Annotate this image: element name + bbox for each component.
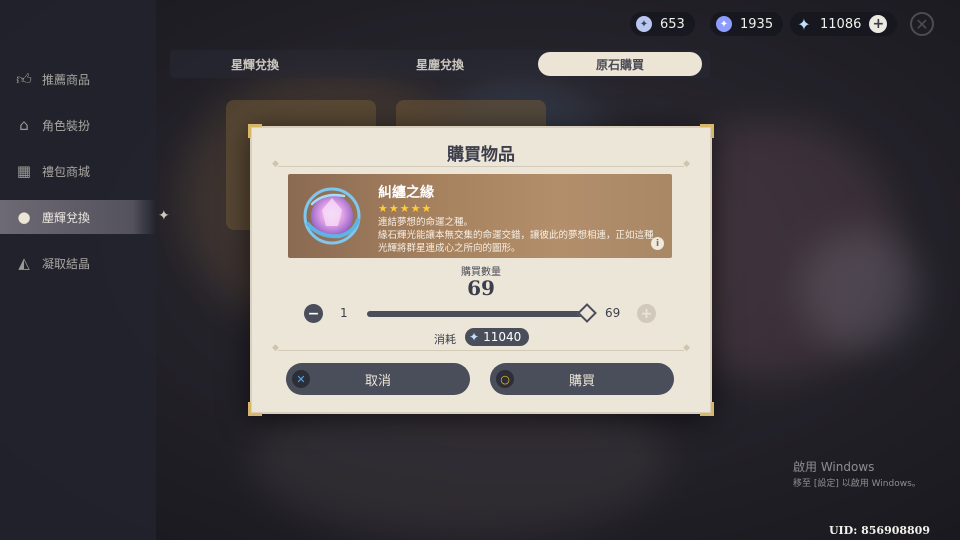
quantity-value: 69 (467, 276, 495, 300)
player-uid: UID: 856908809 (828, 524, 930, 537)
purchase-button[interactable]: ○ 購買 (490, 363, 674, 395)
currency-value: 653 (660, 16, 685, 32)
cost-value: 11040 (483, 330, 522, 344)
currency-value: 11086 (820, 16, 862, 32)
sidebar-item-character-outfit[interactable]: ⌂ 角色裝扮 (0, 108, 156, 142)
divider (272, 159, 690, 169)
sparkle-icon: ✦ (158, 208, 170, 224)
tab-primogem-purchase[interactable]: 原石購買 (538, 52, 702, 76)
sidebar: 👍︎ 推薦商品 ⌂ 角色裝扮 ▦ 禮包商城 ● 塵輝兌換 ◭ 凝取結晶 (0, 0, 156, 540)
dialog-title: 購買物品 (447, 145, 515, 165)
sidebar-item-label: 角色裝扮 (42, 118, 91, 133)
page-indicator-dot (530, 401, 535, 406)
sidebar-item-label: 禮包商城 (42, 164, 91, 179)
tab-stardust-exchange[interactable]: 星塵兌換 (355, 50, 525, 78)
sidebar-item-stardust-exchange[interactable]: ● 塵輝兌換 (0, 200, 156, 234)
quantity-slider[interactable] (367, 303, 597, 323)
watermark-title: 啟用 Windows (793, 460, 875, 474)
close-shop-button[interactable]: ✕ (910, 12, 934, 36)
cancel-button[interactable]: ✕ 取消 (286, 363, 470, 395)
sidebar-item-label: 推薦商品 (42, 72, 91, 87)
intertwined-fate-icon (303, 187, 361, 245)
corner-ornament (700, 402, 714, 416)
info-icon[interactable]: i (651, 237, 664, 250)
item-description: 連結夢想的命運之種。 緣石輝光能讓本無交集的命運交錯，讓彼此的夢想相連，正如這種… (378, 217, 654, 254)
gift-icon: ▦ (16, 162, 32, 180)
tab-starglitter-exchange[interactable]: 星輝兌換 (170, 50, 340, 78)
currency-primogem: ✦ 11086 + (790, 12, 898, 36)
slider-fill (367, 311, 587, 317)
watermark-subtitle: 移至 [設定] 以啟用 Windows。 (793, 479, 921, 489)
hanger-icon: ⌂ (19, 116, 29, 134)
cancel-button-label: 取消 (364, 373, 391, 389)
windows-activation-watermark: 啟用 Windows 移至 [設定] 以啟用 Windows。 (793, 458, 921, 489)
currency-value: 1935 (740, 16, 774, 32)
increase-quantity-button[interactable]: + (637, 304, 656, 323)
circle-icon: ○ (496, 370, 514, 388)
bag-icon: ● (17, 208, 31, 226)
starglitter-icon: ✦ (716, 16, 732, 32)
sidebar-item-gift-shop[interactable]: ▦ 禮包商城 (0, 154, 156, 188)
item-name: 糾纏之緣 (378, 185, 434, 201)
purchase-dialog: 購買物品 糾纏之緣 ★★★★★ 連結夢想的命運之種。 緣石輝光能讓本無交集的命運… (248, 124, 714, 416)
slider-thumb[interactable] (577, 303, 597, 323)
sidebar-item-recommended[interactable]: 👍︎ 推薦商品 (0, 62, 156, 96)
corner-ornament (700, 124, 714, 138)
divider (272, 343, 690, 353)
currency-stardust: ✦ 653 (630, 12, 695, 36)
currency-starglitter: ✦ 1935 (710, 12, 784, 36)
primogem-icon: ✦ (797, 14, 811, 34)
corner-ornament (248, 124, 262, 138)
sidebar-item-label: 塵輝兌換 (42, 210, 91, 225)
item-banner: 糾纏之緣 ★★★★★ 連結夢想的命運之種。 緣石輝光能讓本無交集的命運交錯，讓彼… (288, 174, 672, 258)
decrease-quantity-button[interactable]: − (304, 304, 323, 323)
slider-min-value: 1 (340, 306, 348, 320)
cost-label: 消耗 (434, 333, 456, 346)
stardust-icon: ✦ (636, 16, 652, 32)
purchase-button-label: 購買 (568, 373, 595, 389)
sidebar-item-label: 凝取結晶 (42, 256, 91, 271)
crystal-icon: ◭ (18, 254, 30, 272)
sidebar-item-crystal[interactable]: ◭ 凝取結晶 (0, 246, 156, 280)
corner-ornament (248, 402, 262, 416)
cost-badge: ✦ 11040 (465, 328, 530, 346)
add-primogem-button[interactable]: + (869, 15, 888, 33)
thumbs-up-icon: 👍︎ (16, 69, 32, 88)
rarity-stars: ★★★★★ (378, 202, 433, 215)
tab-bar: 星輝兌換 星塵兌換 原石購買 (170, 50, 710, 78)
primogem-icon: ✦ (469, 330, 480, 344)
slider-max-value: 69 (605, 306, 621, 320)
cross-icon: ✕ (292, 370, 310, 388)
